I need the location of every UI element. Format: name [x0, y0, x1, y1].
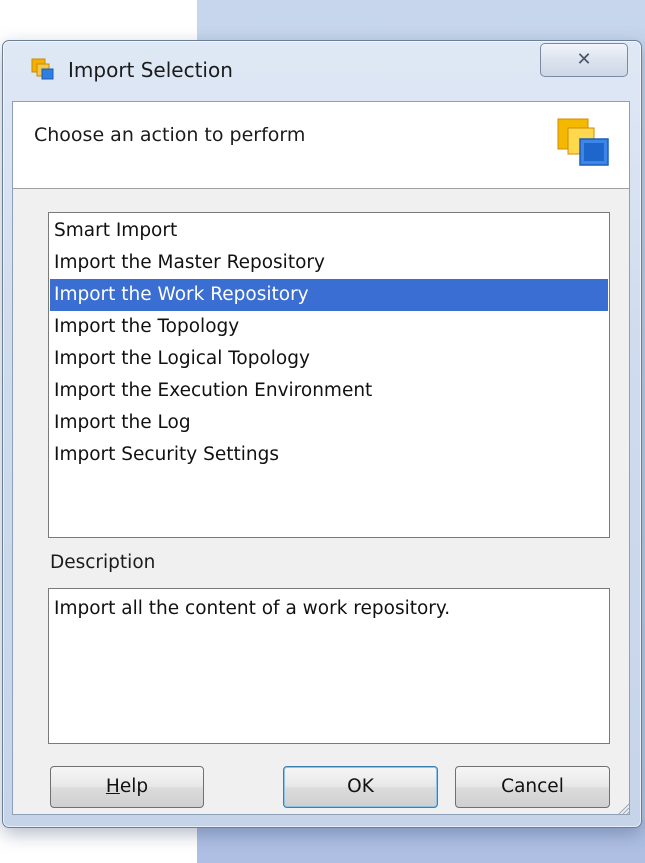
import-selection-icon [31, 58, 54, 80]
help-button[interactable]: Help [50, 766, 204, 808]
list-item[interactable]: Import the Log [50, 407, 608, 439]
import-selection-icon [557, 118, 609, 166]
ok-label: OK [347, 776, 374, 797]
list-item[interactable]: Import the Master Repository [50, 247, 608, 279]
list-item[interactable]: Import Security Settings [50, 439, 608, 471]
help-mnemonic: H [105, 776, 120, 797]
action-list[interactable]: Smart Import Import the Master Repositor… [48, 212, 610, 538]
close-button[interactable]: ✕ [540, 43, 628, 77]
cancel-label: Cancel [501, 776, 564, 797]
cancel-button[interactable]: Cancel [455, 766, 610, 808]
description-label: Description [50, 552, 156, 573]
list-item[interactable]: Import the Execution Environment [50, 375, 608, 407]
list-item-selected[interactable]: Import the Work Repository [50, 279, 608, 311]
help-label: elp [119, 776, 149, 797]
resize-grip-icon[interactable] [614, 800, 630, 816]
list-item[interactable]: Import the Topology [50, 311, 608, 343]
description-text: Import all the content of a work reposit… [54, 598, 451, 619]
description-box: Import all the content of a work reposit… [48, 588, 610, 744]
header-prompt: Choose an action to perform [34, 124, 306, 146]
list-item[interactable]: Smart Import [50, 215, 608, 247]
window-title: Import Selection [68, 58, 233, 82]
ok-button[interactable]: OK [283, 766, 438, 808]
close-icon: ✕ [576, 49, 592, 70]
list-item[interactable]: Import the Logical Topology [50, 343, 608, 375]
